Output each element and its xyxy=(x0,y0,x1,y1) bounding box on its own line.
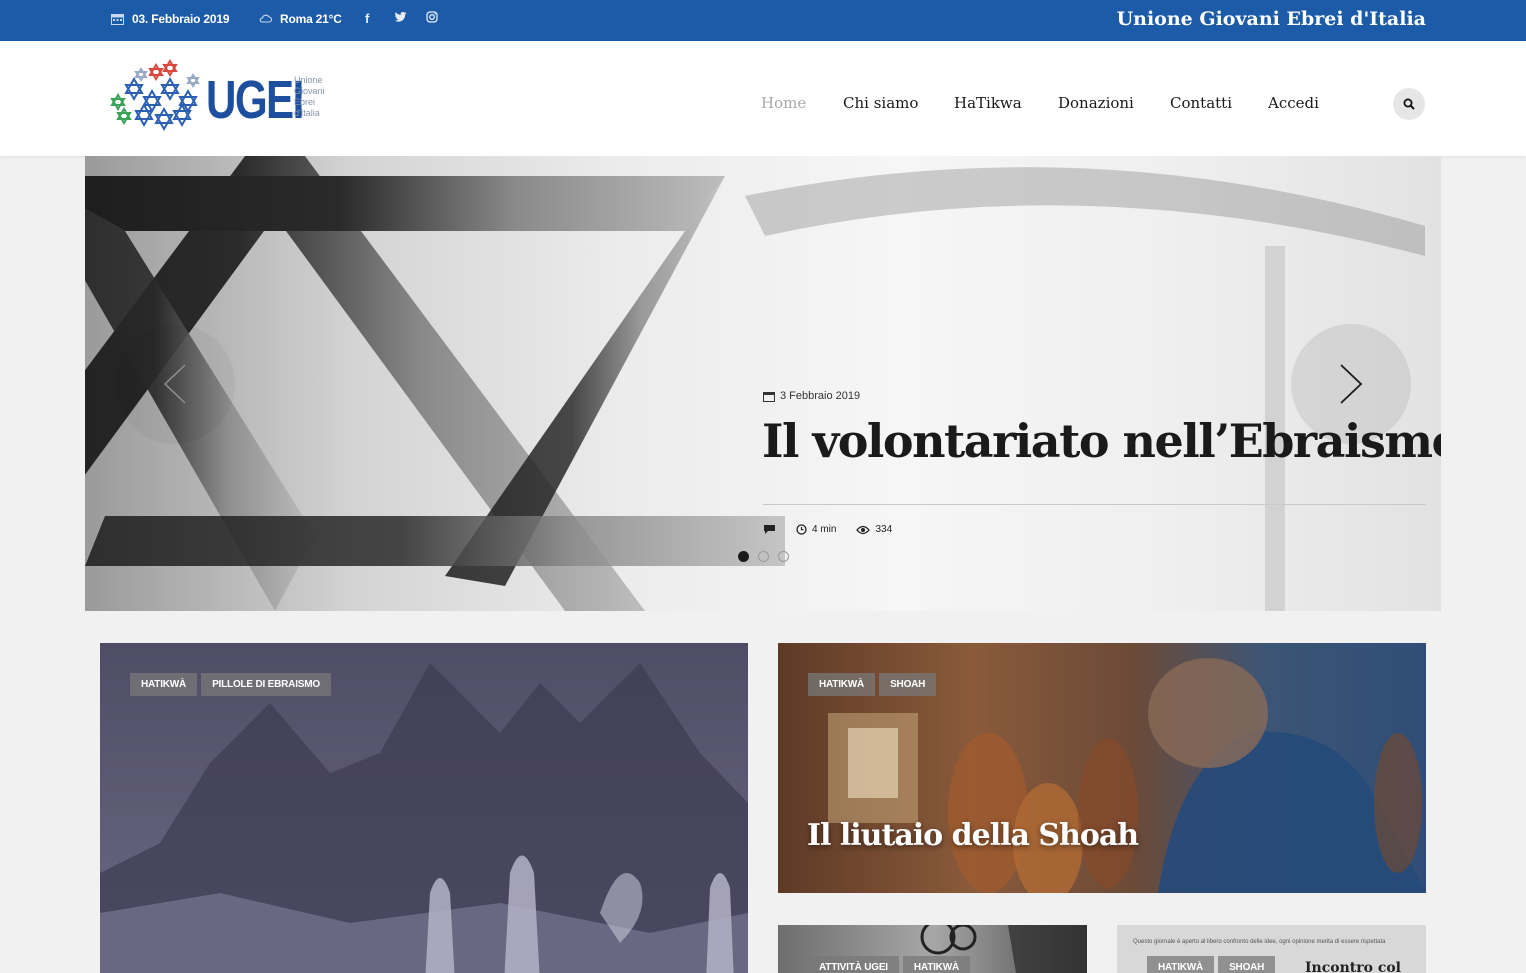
article-card-large[interactable]: HATIKWÀ PILLOLE DI EBRAISMO xyxy=(100,643,748,973)
weather-display: Roma 21°C xyxy=(259,12,342,26)
slide-title[interactable]: Il volontariato nell’Ebraismo xyxy=(762,414,1441,468)
views-stat: 334 xyxy=(856,524,892,535)
facebook-icon[interactable]: f xyxy=(365,11,369,26)
logo-sub-line: Giovani xyxy=(294,86,325,96)
card-tags: HATIKWÀ PILLOLE DI EBRAISMO xyxy=(130,673,331,696)
newsprint-text: Questo giornale è aperto al libero confr… xyxy=(1133,939,1386,945)
category-tag[interactable]: PILLOLE DI EBRAISMO xyxy=(201,673,331,696)
slide-date-text: 3 Febbraio 2019 xyxy=(780,390,861,402)
card-title[interactable]: Il liutaio della Shoah xyxy=(807,818,1139,853)
top-bar: 03. Febbraio 2019 Roma 21°C f Unione Gio… xyxy=(0,0,1526,41)
clock-icon xyxy=(796,524,807,535)
card-tags: HATIKWÀ SHOAH xyxy=(1147,956,1276,973)
calendar-icon xyxy=(111,14,124,25)
newspaper-headline: Incontro col xyxy=(1305,960,1402,973)
comment-icon xyxy=(764,525,775,534)
cloud-icon xyxy=(259,14,272,23)
instagram-icon[interactable] xyxy=(426,11,438,26)
search-button[interactable] xyxy=(1393,88,1425,120)
twitter-icon[interactable] xyxy=(394,11,407,26)
logo-subtitle: Unione Giovani Ebrei d'Italia xyxy=(294,75,334,119)
chevron-right-icon xyxy=(1340,364,1363,404)
category-tag[interactable]: HATIKWÀ xyxy=(808,673,876,696)
logo-sub-line: Unione xyxy=(294,75,323,85)
date-display: 03. Febbraio 2019 xyxy=(111,12,230,26)
slider-prev-button[interactable] xyxy=(115,324,235,444)
category-tag[interactable]: SHOAH xyxy=(1218,956,1276,973)
main-header: UGEI Unione Giovani Ebrei d'Italia Home … xyxy=(0,41,1526,156)
read-time-text: 4 min xyxy=(812,524,837,535)
hero-slider[interactable]: 3 Febbraio 2019 Il volontariato nell’Ebr… xyxy=(85,156,1441,611)
logo-sub-line: d'Italia xyxy=(294,108,320,118)
category-tag[interactable]: HATIKWÀ xyxy=(130,673,198,696)
nav-item-chi-siamo[interactable]: Chi siamo xyxy=(843,94,918,112)
slide-stats: 4 min 334 xyxy=(763,524,912,535)
comments-stat[interactable] xyxy=(763,524,776,535)
weather-text: Roma 21°C xyxy=(280,12,342,26)
logo-star-globe-icon xyxy=(110,59,200,132)
logo-wordmark: UGEI xyxy=(206,70,304,130)
slide-date: 3 Febbraio 2019 xyxy=(763,390,860,402)
category-tag[interactable]: HATIKWÀ xyxy=(902,956,970,973)
date-text: 03. Febbraio 2019 xyxy=(132,12,230,26)
site-name[interactable]: Unione Giovani Ebrei d'Italia xyxy=(1117,8,1426,30)
eye-icon xyxy=(856,525,871,534)
chevron-left-icon xyxy=(163,364,186,404)
nav-item-home[interactable]: Home xyxy=(761,94,806,112)
article-card-medium[interactable]: HATIKWÀ SHOAH Il liutaio della Shoah xyxy=(778,643,1426,893)
category-tag[interactable]: SHOAH xyxy=(879,673,937,696)
views-text: 334 xyxy=(875,524,893,535)
nav-item-hatikwa[interactable]: HaTikwa xyxy=(954,94,1022,112)
slider-dot[interactable] xyxy=(778,551,789,562)
article-card-small[interactable]: Questo giornale è aperto al libero confr… xyxy=(1117,925,1426,973)
calendar-icon xyxy=(763,391,775,402)
slider-pagination xyxy=(738,551,789,562)
star-of-david-image xyxy=(85,156,1425,611)
card-tags: ATTIVITÀ UGEI HATIKWÀ xyxy=(808,956,970,973)
slider-dot[interactable] xyxy=(758,551,769,562)
logo-sub-line: Ebrei xyxy=(294,97,316,107)
category-tag[interactable]: HATIKWÀ xyxy=(1147,956,1215,973)
article-card-small[interactable]: ATTIVITÀ UGEI HATIKWÀ xyxy=(778,925,1087,973)
slide-divider xyxy=(763,504,1426,505)
nav-item-contatti[interactable]: Contatti xyxy=(1170,94,1232,112)
slider-dot[interactable] xyxy=(738,551,749,562)
read-time-stat: 4 min xyxy=(796,524,836,535)
site-logo[interactable]: UGEI Unione Giovani Ebrei d'Italia xyxy=(106,55,326,139)
category-tag[interactable]: ATTIVITÀ UGEI xyxy=(808,956,899,973)
nav-item-accedi[interactable]: Accedi xyxy=(1268,94,1319,112)
search-icon xyxy=(1403,98,1415,110)
card-tags: HATIKWÀ SHOAH xyxy=(808,673,937,696)
nav-item-donazioni[interactable]: Donazioni xyxy=(1058,94,1134,112)
